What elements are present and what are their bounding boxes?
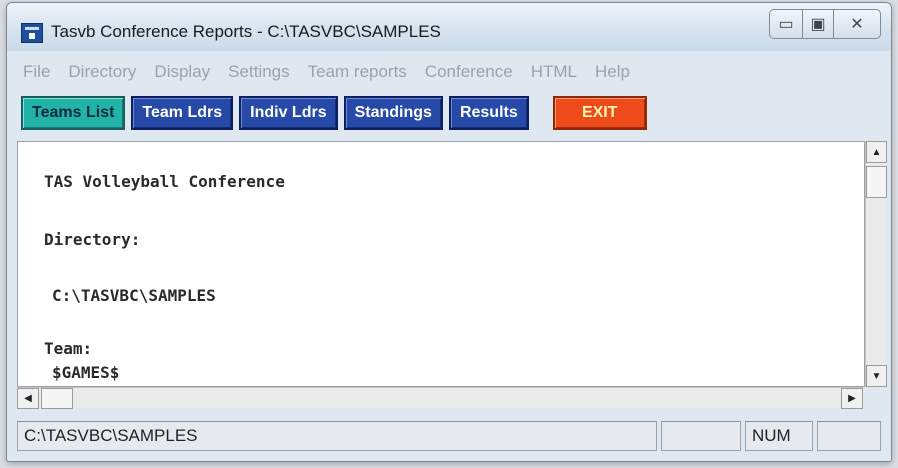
teams-list-button[interactable]: Teams List bbox=[21, 96, 126, 130]
minimize-icon: ▭ bbox=[778, 16, 794, 33]
window-title: Tasvb Conference Reports - C:\TASVBC\SAM… bbox=[51, 22, 441, 41]
menu-file[interactable]: File bbox=[17, 62, 56, 82]
arrow-right-icon: ▶ bbox=[848, 393, 856, 404]
report-directory-value: C:\TASVBC\SAMPLES bbox=[52, 286, 216, 305]
menu-bar: File Directory Display Settings Team rep… bbox=[7, 57, 891, 87]
status-panel-empty bbox=[661, 421, 741, 451]
maximize-icon: ▣ bbox=[810, 16, 826, 33]
vertical-scrollbar[interactable]: ▲ ▼ bbox=[865, 141, 887, 387]
app-window: Tasvb Conference Reports - C:\TASVBC\SAM… bbox=[6, 2, 892, 462]
report-team-value: $GAMES$ bbox=[52, 363, 120, 382]
status-bar: C:\TASVBC\SAMPLES NUM bbox=[17, 421, 885, 453]
arrow-up-icon: ▲ bbox=[871, 146, 882, 158]
individual-leaders-button[interactable]: Indiv Ldrs bbox=[239, 96, 338, 130]
app-icon[interactable] bbox=[21, 23, 43, 43]
scroll-left-button[interactable]: ◀ bbox=[17, 388, 39, 409]
maximize-button[interactable]: ▣ bbox=[803, 9, 834, 39]
team-leaders-button[interactable]: Team Ldrs bbox=[131, 96, 234, 130]
scroll-up-button[interactable]: ▲ bbox=[866, 141, 887, 163]
horizontal-scrollbar[interactable]: ◀ ▶ bbox=[17, 387, 863, 409]
scroll-down-button[interactable]: ▼ bbox=[866, 365, 887, 387]
arrow-down-icon: ▼ bbox=[871, 370, 882, 382]
report-directory-label: Directory: bbox=[44, 230, 141, 249]
horizontal-scroll-thumb[interactable] bbox=[41, 388, 73, 409]
status-panel-extra bbox=[817, 421, 881, 451]
scroll-right-button[interactable]: ▶ bbox=[841, 388, 863, 409]
standings-button[interactable]: Standings bbox=[343, 96, 443, 130]
caption-buttons: ▭ ▣ ✕ bbox=[769, 9, 881, 39]
menu-help[interactable]: Help bbox=[589, 62, 636, 82]
exit-button[interactable]: EXIT bbox=[552, 96, 647, 130]
menu-team-reports[interactable]: Team reports bbox=[302, 62, 413, 82]
toolbar: Teams List Team Ldrs Indiv Ldrs Standing… bbox=[21, 95, 653, 131]
scrollbar-corner bbox=[865, 389, 885, 407]
minimize-button[interactable]: ▭ bbox=[769, 9, 803, 39]
menu-directory[interactable]: Directory bbox=[62, 62, 142, 82]
status-num-lock: NUM bbox=[745, 421, 813, 451]
menu-display[interactable]: Display bbox=[148, 62, 216, 82]
close-button[interactable]: ✕ bbox=[834, 9, 881, 39]
arrow-left-icon: ◀ bbox=[24, 393, 32, 404]
close-icon: ✕ bbox=[850, 16, 864, 33]
report-title: TAS Volleyball Conference bbox=[44, 172, 285, 191]
status-path: C:\TASVBC\SAMPLES bbox=[17, 421, 657, 451]
report-view[interactable]: TAS Volleyball Conference Directory: C:\… bbox=[17, 141, 865, 387]
report-team-label: Team: bbox=[44, 339, 93, 358]
vertical-scroll-thumb[interactable] bbox=[866, 166, 887, 198]
results-button[interactable]: Results bbox=[448, 96, 529, 130]
menu-settings[interactable]: Settings bbox=[222, 62, 295, 82]
menu-html[interactable]: HTML bbox=[525, 62, 583, 82]
menu-conference[interactable]: Conference bbox=[419, 62, 519, 82]
title-bar[interactable]: Tasvb Conference Reports - C:\TASVBC\SAM… bbox=[7, 3, 891, 51]
